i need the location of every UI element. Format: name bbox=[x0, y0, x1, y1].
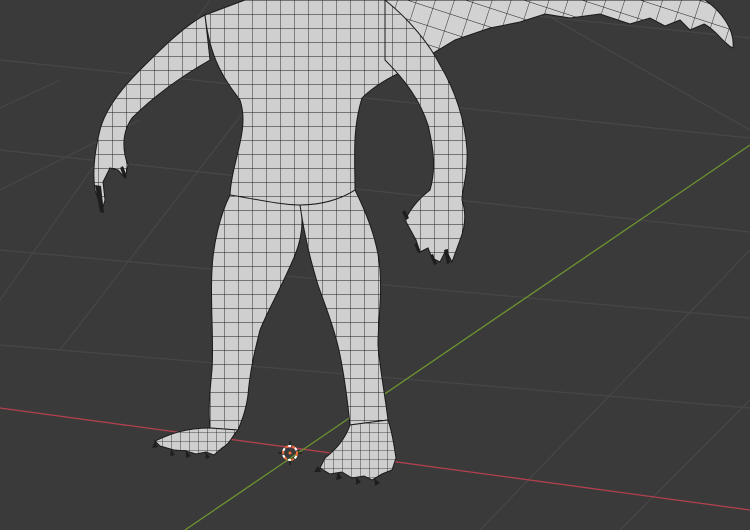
3d-viewport[interactable] bbox=[0, 0, 750, 530]
viewport-canvas[interactable] bbox=[0, 0, 750, 530]
